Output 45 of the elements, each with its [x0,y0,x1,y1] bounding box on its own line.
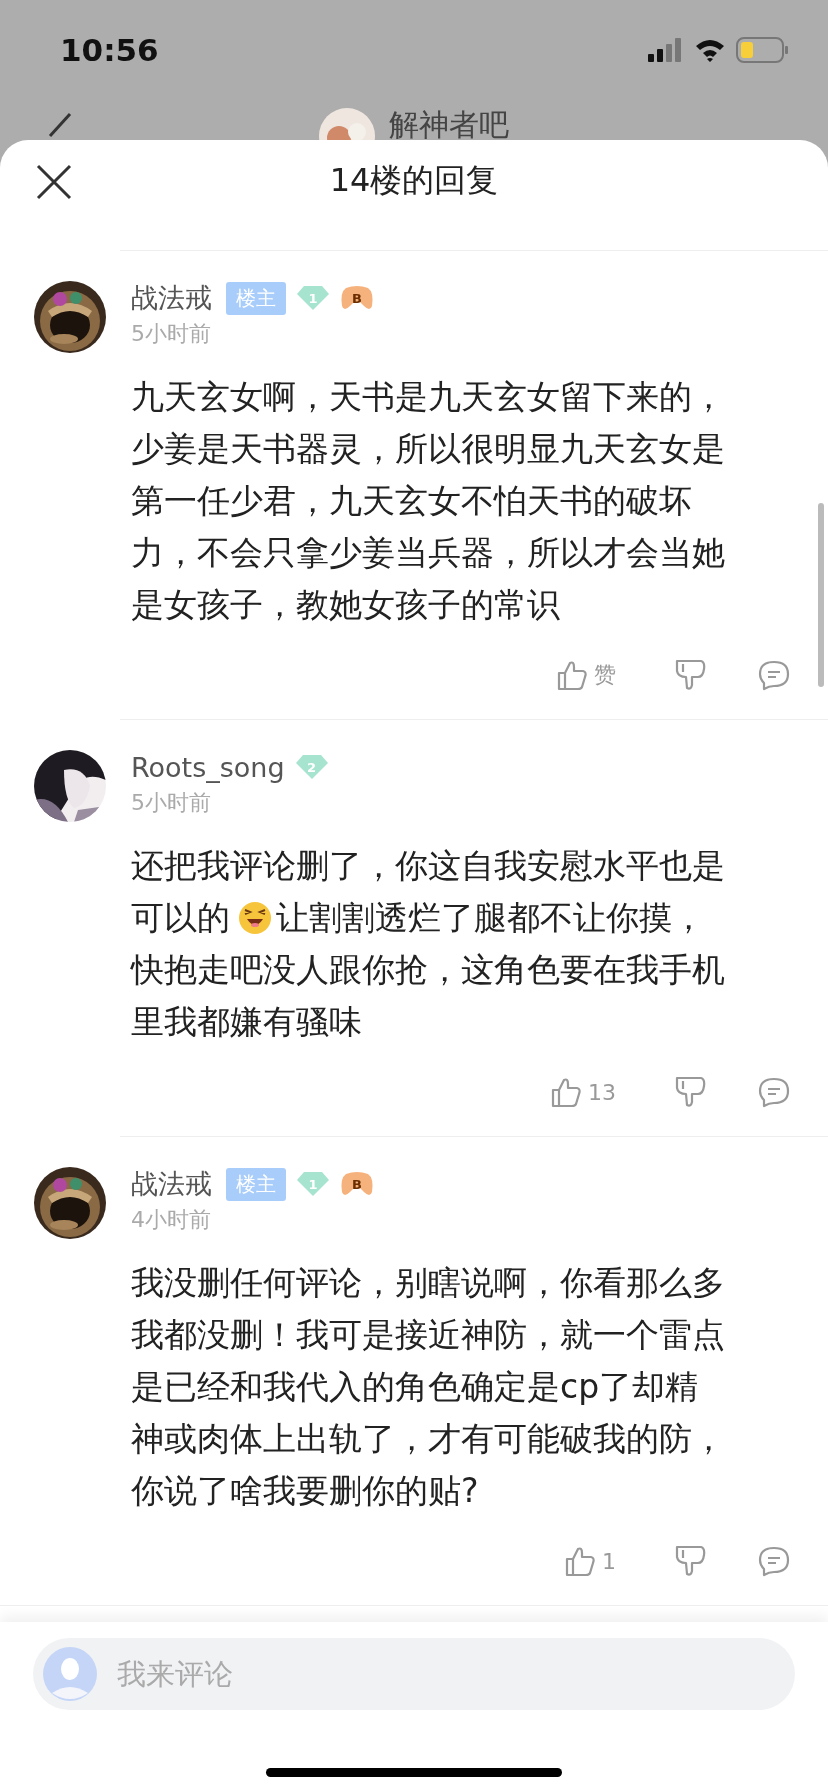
game-badge: B [340,1170,374,1198]
dislike-icon[interactable] [674,659,706,691]
post-time: 5小时前 [131,320,212,348]
comment-text: 少姜是天书器灵，所以很明显九天玄女是 [131,428,725,470]
comment-text: 我都没删！我可是接近神防，就一个雷点 [131,1314,725,1356]
comment-text: 神或肉体上出轨了，才有可能破我的防， [131,1418,725,1460]
laughing-emoji-icon [238,901,272,935]
comment-text: 是已经和我代入的角色确定是cp了却精 [131,1366,699,1408]
owner-tag: 楼主 [226,281,286,315]
reply-icon[interactable] [758,1545,790,1577]
dislike-icon[interactable] [674,1076,706,1108]
user-name[interactable]: 战法戒 [131,280,212,316]
comment-text: 让割割透烂了腿都不让你摸， [276,897,705,939]
game-badge: B [340,284,374,312]
comment-text: 我没删任何评论，别瞎说啊，你看那么多 [131,1262,725,1304]
comment-text: 第一任少君，九天玄女不怕天书的破坏 [131,480,692,522]
level-badge: 2 [294,754,329,780]
comment-text: 可以的 [131,897,230,939]
comment-text: 九天玄女啊，天书是九天玄女留下来的， [131,376,725,418]
user-name[interactable]: 战法戒 [131,1166,212,1202]
comment-input[interactable]: 我来评论 [33,1638,795,1710]
comment-text: 是女孩子，教她女孩子的常识 [131,584,560,626]
reply-icon[interactable] [758,659,790,691]
comment-text: 还把我评论删了，你这自我安慰水平也是 [131,845,725,887]
avatar-icon [43,1647,97,1701]
level-badge: 1 [296,285,330,311]
forum-title: 解神者吧 [389,108,509,140]
battery-icon [736,37,788,63]
sheet-title: 14楼的回复 [329,160,499,201]
wifi-icon [694,38,726,62]
close-button[interactable] [36,164,72,200]
dislike-icon[interactable] [674,1545,706,1577]
post-time: 4小时前 [131,1206,212,1234]
reply-icon[interactable] [758,1076,790,1108]
back-icon[interactable] [46,112,72,138]
signal-icon [648,38,684,62]
comment-text: 力，不会只拿少姜当兵器，所以才会当她 [131,532,725,574]
comment-text: 快抱走吧没人跟你抢，这角色要在我手机 [131,949,725,991]
comment-text: 你说了啥我要删你的贴? [131,1470,479,1512]
post-time: 5小时前 [131,789,212,817]
status-time: 10:56 [60,32,159,68]
user-name[interactable]: Roots_song [131,751,285,783]
comment-text: 里我都嫌有骚味 [131,1001,362,1043]
owner-tag: 楼主 [226,1167,286,1201]
level-badge: 1 [296,1171,330,1197]
